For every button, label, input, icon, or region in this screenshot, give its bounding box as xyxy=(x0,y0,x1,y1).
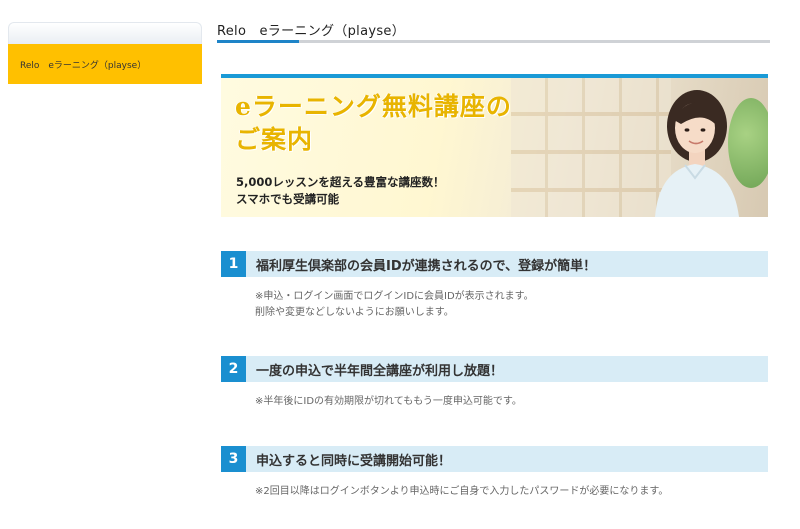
feature-3: 3 申込すると同時に受講開始可能！ ※2回目以降はログインボタンより申込時にご自… xyxy=(221,446,768,500)
title-underline-accent xyxy=(217,40,299,43)
sidebar: Relo eラーニング（playse） xyxy=(8,22,202,84)
banner-subtext: 5,000レッスンを超える豊富な講座数！ スマホでも受講可能 xyxy=(236,174,445,208)
feature-title: 福利厚生倶楽部の会員IDが連携されるので、登録が簡単！ xyxy=(256,258,597,274)
feature-number: 2 xyxy=(221,356,246,382)
elearning-banner: eラーニング無料講座の ご案内 5,000レッスンを超える豊富な講座数！ スマホ… xyxy=(221,74,768,217)
sidebar-header xyxy=(8,22,202,44)
banner-headline: eラーニング無料講座の ご案内 xyxy=(235,90,512,156)
feature-number: 1 xyxy=(221,251,246,277)
page: Relo eラーニング（playse） Relo eラーニング（playse） xyxy=(0,0,800,529)
feature-note: ※申込・ログイン画面でログインIDに会員IDが表示されます。 削除や変更などしな… xyxy=(255,289,768,321)
feature-note-line: 削除や変更などしないようにお願いします。 xyxy=(255,307,454,318)
sidebar-item-relo-elearning[interactable]: Relo eラーニング（playse） xyxy=(8,44,202,84)
feature-header: 1 福利厚生倶楽部の会員IDが連携されるので、登録が簡単！ xyxy=(221,251,768,277)
feature-header: 3 申込すると同時に受講開始可能！ xyxy=(221,446,768,472)
feature-1: 1 福利厚生倶楽部の会員IDが連携されるので、登録が簡単！ ※申込・ログイン画面… xyxy=(221,251,768,321)
page-title: Relo eラーニング（playse） xyxy=(217,24,406,39)
feature-note: ※半年後にIDの有効期限が切れてももう一度申込可能です。 xyxy=(255,394,768,410)
title-underline xyxy=(217,40,770,43)
feature-note-line: ※申込・ログイン画面でログインIDに会員IDが表示されます。 xyxy=(255,291,534,302)
feature-title: 一度の申込で半年間全講座が利用し放題！ xyxy=(256,363,504,379)
feature-note-line: ※半年後にIDの有効期限が切れてももう一度申込可能です。 xyxy=(255,396,522,407)
banner-headline-line1: eラーニング無料講座の xyxy=(235,92,512,121)
feature-number: 3 xyxy=(221,446,246,472)
feature-2: 2 一度の申込で半年間全講座が利用し放題！ ※半年後にIDの有効期限が切れてもも… xyxy=(221,356,768,410)
sidebar-item-label: Relo eラーニング（playse） xyxy=(20,60,147,71)
feature-note-line: ※2回目以降はログインボタンより申込時にご自身で入力したパスワードが必要になりま… xyxy=(255,486,669,497)
banner-headline-line2: ご案内 xyxy=(235,125,314,154)
banner-sub-line2: スマホでも受講可能 xyxy=(236,192,340,206)
feature-header: 2 一度の申込で半年間全講座が利用し放題！ xyxy=(221,356,768,382)
banner-sub-line1: 5,000レッスンを超える豊富な講座数！ xyxy=(236,175,445,189)
woman-with-laptop-illustration xyxy=(655,90,739,217)
feature-title: 申込すると同時に受講開始可能！ xyxy=(256,453,452,469)
feature-note: ※2回目以降はログインボタンより申込時にご自身で入力したパスワードが必要になりま… xyxy=(255,484,768,500)
